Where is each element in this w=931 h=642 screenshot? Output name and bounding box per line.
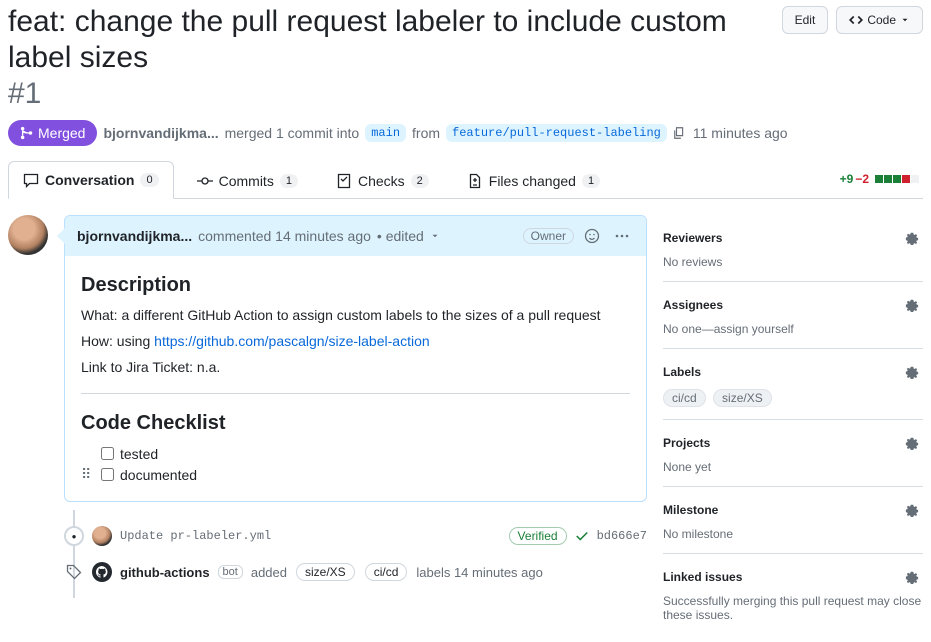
kebab-menu-button[interactable] xyxy=(610,224,634,248)
avatar[interactable] xyxy=(92,526,112,546)
tab-checks[interactable]: Checks 2 xyxy=(321,162,444,199)
owner-badge: Owner xyxy=(523,228,574,244)
checkbox-documented[interactable] xyxy=(101,468,114,481)
milestone-body: No milestone xyxy=(663,527,923,541)
avatar[interactable] xyxy=(8,215,48,255)
label-chip[interactable]: size/XS xyxy=(713,389,772,407)
merge-icon xyxy=(20,126,34,140)
check-icon xyxy=(575,529,589,543)
reviewers-heading: Reviewers xyxy=(663,231,722,245)
checklist-item: ⠿ documented xyxy=(81,464,630,485)
label-chip[interactable]: size/XS xyxy=(296,563,355,581)
author-link[interactable]: bjornvandijkma... xyxy=(103,125,218,141)
comment-icon xyxy=(23,172,39,188)
projects-body: None yet xyxy=(663,460,923,474)
description-heading: Description xyxy=(81,274,630,297)
commit-message[interactable]: Update pr-labeler.yml xyxy=(120,529,501,543)
caret-down-icon[interactable] xyxy=(430,231,440,241)
milestone-heading: Milestone xyxy=(663,503,718,517)
gear-icon[interactable] xyxy=(901,499,923,521)
assignees-body: No one—assign yourself xyxy=(663,322,923,336)
edit-button[interactable]: Edit xyxy=(782,6,829,34)
gear-icon[interactable] xyxy=(901,294,923,316)
linked-issues-heading: Linked issues xyxy=(663,570,742,584)
diffstat: +9 −2 xyxy=(840,172,923,186)
merged-time: 11 minutes ago xyxy=(693,125,788,141)
verified-badge[interactable]: Verified xyxy=(509,527,567,545)
pr-meta: Merged bjornvandijkma... merged 1 commit… xyxy=(8,120,923,146)
gear-icon[interactable] xyxy=(901,432,923,454)
gear-icon[interactable] xyxy=(901,566,923,588)
emoji-reaction-button[interactable] xyxy=(580,224,604,248)
copy-icon[interactable] xyxy=(673,126,687,140)
assignees-heading: Assignees xyxy=(663,298,723,312)
divider xyxy=(81,393,630,394)
tag-icon xyxy=(64,562,84,582)
pr-title: feat: change the pull request labeler to… xyxy=(8,4,774,112)
github-actions-avatar[interactable] xyxy=(92,562,112,582)
label-chip[interactable]: ci/cd xyxy=(365,563,408,581)
file-diff-icon xyxy=(467,173,483,189)
label-event: github-actions bot added size/XS ci/cd l… xyxy=(64,554,647,590)
state-badge: Merged xyxy=(8,120,97,146)
comment-author[interactable]: bjornvandijkma... xyxy=(77,228,192,244)
pr-number: #1 xyxy=(8,76,774,112)
tab-conversation[interactable]: Conversation 0 xyxy=(8,161,174,199)
pr-description-comment: bjornvandijkma... commented 14 minutes a… xyxy=(64,215,647,502)
linked-issues-body: Successfully merging this pull request m… xyxy=(663,594,923,622)
tabs: Conversation 0 Commits 1 Checks 2 Files … xyxy=(8,160,923,199)
base-branch[interactable]: main xyxy=(365,124,406,142)
gear-icon[interactable] xyxy=(901,227,923,249)
tab-files[interactable]: Files changed 1 xyxy=(452,162,615,199)
assign-yourself-link[interactable]: assign yourself xyxy=(714,322,794,336)
commit-marker-icon: ● xyxy=(64,526,84,546)
commit-icon xyxy=(197,173,213,189)
tab-commits[interactable]: Commits 1 xyxy=(182,162,313,199)
code-icon xyxy=(849,13,863,27)
labels-heading: Labels xyxy=(663,365,701,379)
gear-icon[interactable] xyxy=(901,361,923,383)
code-button[interactable]: Code xyxy=(836,6,923,34)
commit-sha[interactable]: bd666e7 xyxy=(597,529,647,543)
projects-heading: Projects xyxy=(663,436,710,450)
description-jira: Link to Jira Ticket: n.a. xyxy=(81,359,630,375)
commit-event: ● Update pr-labeler.yml Verified bd666e7 xyxy=(64,518,647,554)
bot-badge: bot xyxy=(218,565,243,579)
drag-handle-icon[interactable]: ⠿ xyxy=(81,466,95,483)
label-chip[interactable]: ci/cd xyxy=(663,389,706,407)
labels-body: ci/cd size/XS xyxy=(663,389,923,407)
checklist-heading: Code Checklist xyxy=(81,412,630,435)
head-branch[interactable]: feature/pull-request-labeling xyxy=(446,124,667,142)
caret-down-icon xyxy=(900,15,910,25)
checkbox-tested[interactable] xyxy=(101,447,114,460)
reviewers-body: No reviews xyxy=(663,255,923,269)
description-what: What: a different GitHub Action to assig… xyxy=(81,307,630,323)
checklist-icon xyxy=(336,173,352,189)
actor-link[interactable]: github-actions xyxy=(120,565,210,580)
comment-time: commented 14 minutes ago xyxy=(198,228,371,244)
size-label-link[interactable]: https://github.com/pascalgn/size-label-a… xyxy=(154,333,429,349)
checklist-item: ⠿ tested xyxy=(81,443,630,464)
description-how: How: using https://github.com/pascalgn/s… xyxy=(81,333,630,349)
